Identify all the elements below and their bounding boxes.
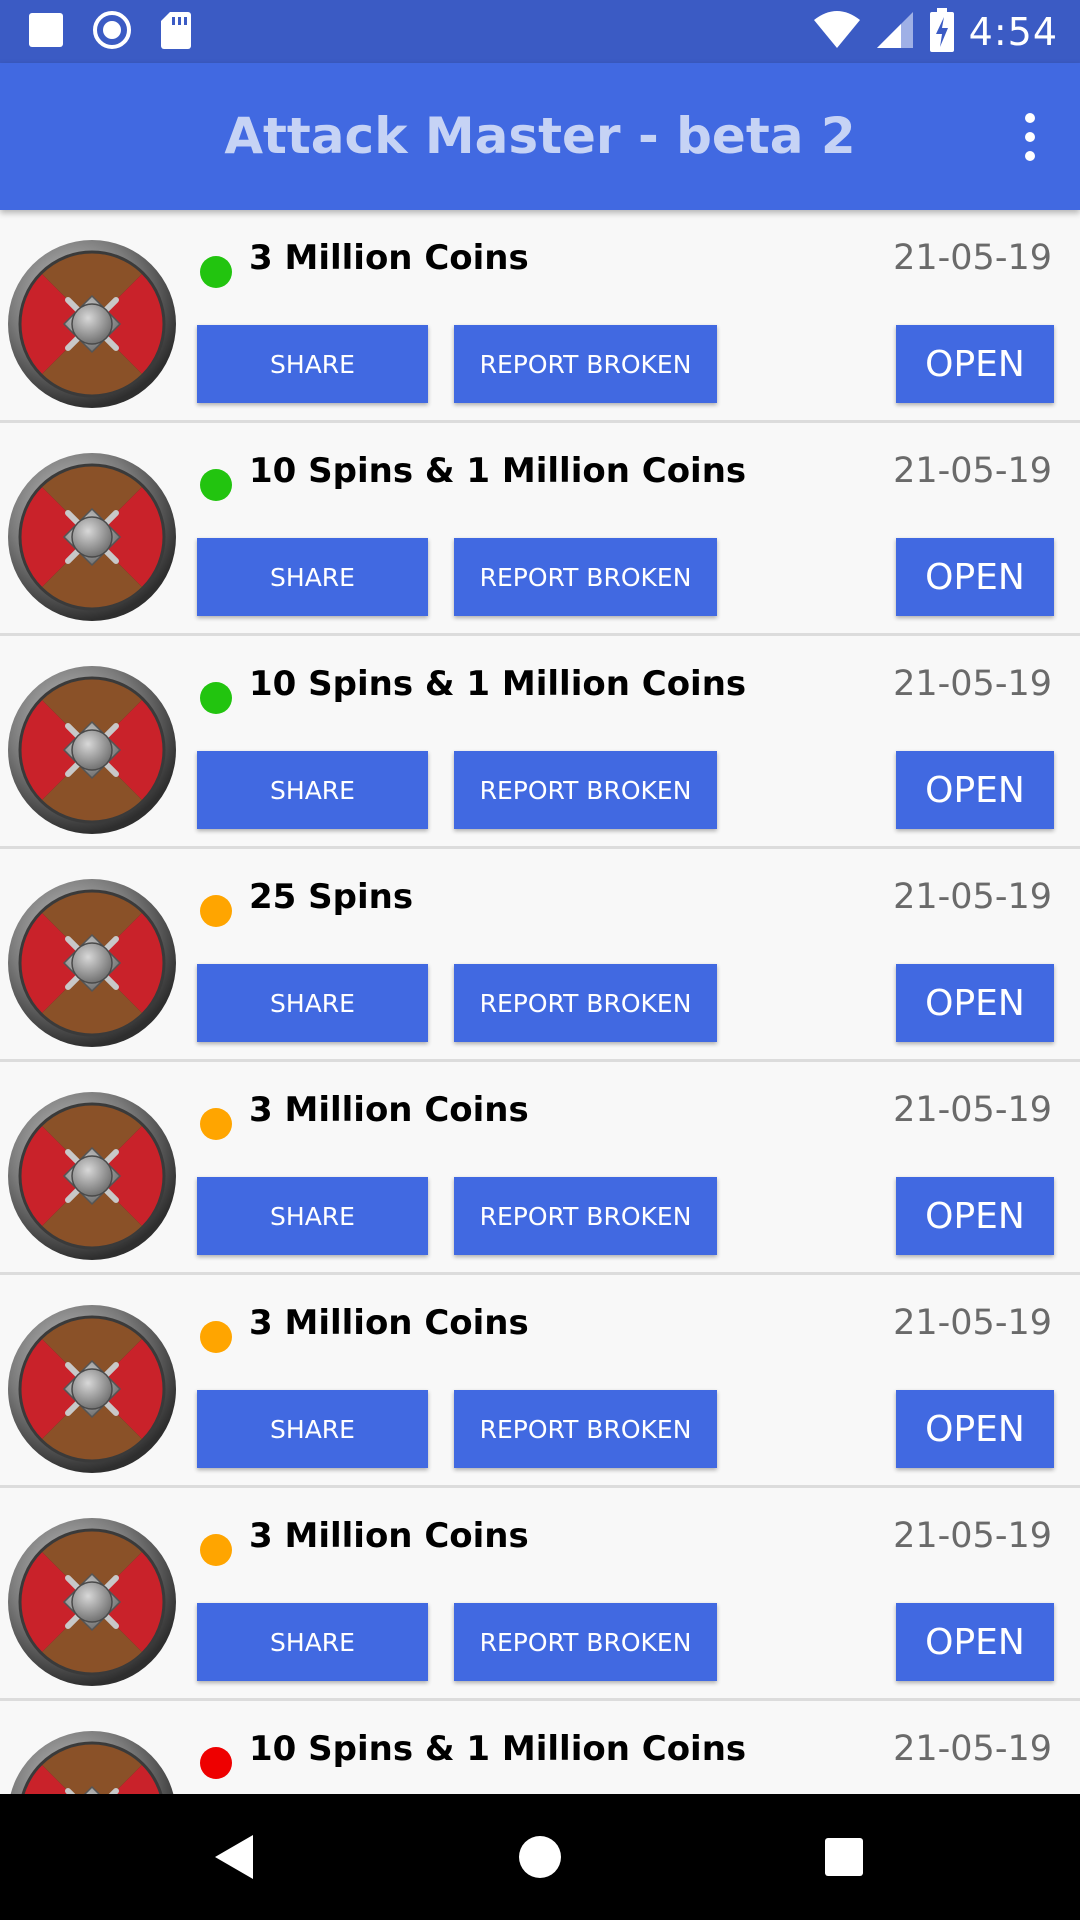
reward-title: 3 Million Coins xyxy=(249,1090,529,1130)
reward-date: 21-05-19 xyxy=(893,451,1052,491)
shield-thumbnail xyxy=(6,1090,178,1262)
open-button[interactable]: OPEN xyxy=(896,325,1054,403)
shield-thumbnail xyxy=(6,1729,178,1794)
reward-date: 21-05-19 xyxy=(893,1729,1052,1769)
share-button[interactable]: SHARE xyxy=(197,751,428,829)
reward-date: 21-05-19 xyxy=(893,877,1052,917)
list-item[interactable]: 3 Million Coins 21-05-19 SHARE REPORT BROKE… xyxy=(0,1488,1080,1701)
cell-signal-icon xyxy=(875,10,915,54)
open-button[interactable]: OPEN xyxy=(896,751,1054,829)
list-item[interactable]: 10 Spins & 1 Million Coins 21-05-19 SHARE R… xyxy=(0,636,1080,849)
open-button[interactable]: OPEN xyxy=(896,538,1054,616)
reward-date: 21-05-19 xyxy=(893,664,1052,704)
status-dot xyxy=(200,1321,232,1353)
shield-thumbnail xyxy=(6,238,178,410)
list-item[interactable]: 10 Spins & 1 Million Coins21-05-19SHARER… xyxy=(0,1701,1080,1794)
report-broken-button[interactable]: REPORT BROKEN xyxy=(454,1177,717,1255)
report-broken-button[interactable]: REPORT BROKEN xyxy=(454,1603,717,1681)
list-item[interactable]: 3 Million Coins 21-05-19 SHARE REPORT BROKE… xyxy=(0,1275,1080,1488)
shield-thumbnail xyxy=(6,1303,178,1475)
status-dot xyxy=(200,1108,232,1140)
share-button[interactable]: SHARE xyxy=(197,1603,428,1681)
app-title: Attack Master - beta 2 xyxy=(224,107,856,165)
report-broken-button[interactable]: REPORT BROKEN xyxy=(454,538,717,616)
status-dot xyxy=(200,682,232,714)
status-dot xyxy=(200,469,232,501)
status-system-icons: 4:54 xyxy=(813,8,1058,56)
open-button[interactable]: OPEN xyxy=(896,964,1054,1042)
reward-title: 10 Spins & 1 Million Coins xyxy=(249,1729,747,1769)
navigation-bar xyxy=(0,1794,1080,1920)
app-bar: Attack Master - beta 2 xyxy=(0,63,1080,210)
reward-title: 3 Million Coins xyxy=(249,1303,529,1343)
status-dot xyxy=(200,1747,232,1779)
reward-date: 21-05-19 xyxy=(893,1303,1052,1343)
shield-thumbnail xyxy=(6,877,178,1049)
reward-title: 3 Million Coins xyxy=(249,1516,529,1556)
shield-thumbnail xyxy=(6,664,178,836)
status-bar: 4:54 xyxy=(0,0,1080,63)
status-notification-icons xyxy=(28,10,192,54)
sd-card-icon xyxy=(160,10,192,54)
list-item[interactable]: 10 Spins & 1 Million Coins 21-05-19 SHARE R… xyxy=(0,423,1080,636)
home-icon[interactable] xyxy=(480,1794,600,1920)
report-broken-button[interactable]: REPORT BROKEN xyxy=(454,751,717,829)
back-icon[interactable] xyxy=(175,1794,295,1920)
status-dot xyxy=(200,256,232,288)
report-broken-button[interactable]: REPORT BROKEN xyxy=(454,1390,717,1468)
open-button[interactable]: OPEN xyxy=(896,1390,1054,1468)
reward-title: 25 Spins xyxy=(249,877,414,917)
list-item[interactable]: 3 Million Coins 21-05-19 SHARE REPORT BROKE… xyxy=(0,210,1080,423)
list-item[interactable]: 25 Spins 21-05-19 SHARE REPORT BROKEN OPEN xyxy=(0,849,1080,1062)
open-button[interactable]: OPEN xyxy=(896,1603,1054,1681)
reward-title: 10 Spins & 1 Million Coins xyxy=(249,451,747,491)
reward-date: 21-05-19 xyxy=(893,1516,1052,1556)
reward-date: 21-05-19 xyxy=(893,1090,1052,1130)
clock: 4:54 xyxy=(968,10,1058,54)
reward-date: 21-05-19 xyxy=(893,238,1052,278)
share-button[interactable]: SHARE xyxy=(197,964,428,1042)
share-button[interactable]: SHARE xyxy=(197,1390,428,1468)
share-button[interactable]: SHARE xyxy=(197,1177,428,1255)
notification-square-icon xyxy=(28,12,64,52)
more-vert-icon[interactable] xyxy=(994,99,1066,175)
battery-charging-icon xyxy=(929,8,955,56)
status-dot xyxy=(200,895,232,927)
record-icon xyxy=(92,10,132,54)
shield-thumbnail xyxy=(6,1516,178,1688)
share-button[interactable]: SHARE xyxy=(197,538,428,616)
list-item[interactable]: 3 Million Coins 21-05-19 SHARE REPORT BROKE… xyxy=(0,1062,1080,1275)
shield-thumbnail xyxy=(6,451,178,623)
code-list[interactable]: 3 Million Coins 21-05-19 SHARE REPORT BROKE… xyxy=(0,210,1080,1794)
wifi-icon xyxy=(813,10,861,54)
reward-title: 3 Million Coins xyxy=(249,238,529,278)
recents-icon[interactable] xyxy=(784,1794,904,1920)
reward-title: 10 Spins & 1 Million Coins xyxy=(249,664,747,704)
share-button[interactable]: SHARE xyxy=(197,325,428,403)
open-button[interactable]: OPEN xyxy=(896,1177,1054,1255)
status-dot xyxy=(200,1534,232,1566)
report-broken-button[interactable]: REPORT BROKEN xyxy=(454,964,717,1042)
report-broken-button[interactable]: REPORT BROKEN xyxy=(454,325,717,403)
